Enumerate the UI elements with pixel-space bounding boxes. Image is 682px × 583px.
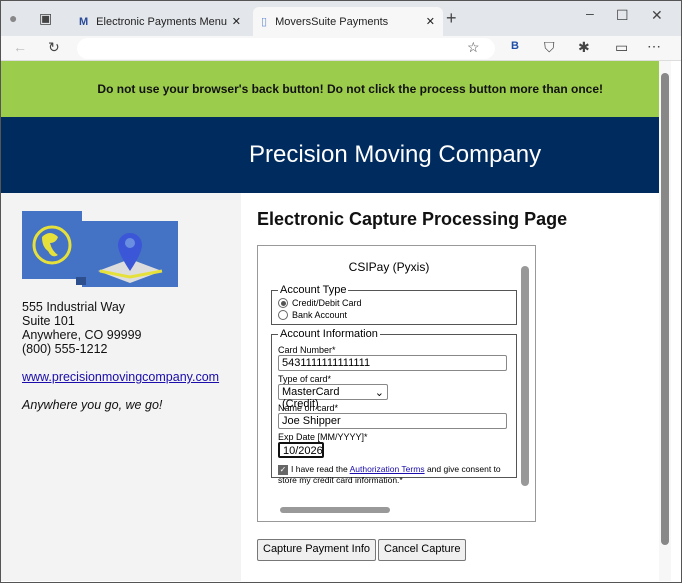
cast-icon[interactable]: ▭ xyxy=(615,39,628,56)
favorite-star-icon[interactable]: ☆ xyxy=(467,39,480,56)
capture-payment-button[interactable]: Capture Payment Info xyxy=(257,539,377,561)
new-tab-icon[interactable]: + xyxy=(446,8,457,29)
address-line: Suite 101 xyxy=(22,314,75,328)
m-favicon-icon: M xyxy=(79,15,89,28)
bing-icon[interactable]: B xyxy=(511,40,519,52)
back-icon[interactable]: ← xyxy=(13,39,27,55)
exp-date-label: Exp Date [MM/YYYY]* xyxy=(278,432,368,442)
address-line: 555 Industrial Way xyxy=(22,300,126,314)
provider-title: CSIPay (Pyxis) xyxy=(348,260,430,274)
minimize-icon[interactable]: – xyxy=(586,5,594,21)
extensions-icon[interactable]: ✱ xyxy=(578,39,590,56)
chevron-down-icon: ⌄ xyxy=(374,387,384,399)
profile-icon[interactable]: ● xyxy=(9,10,17,26)
account-info-group: Account Information Card Number* 5431111… xyxy=(271,328,517,485)
authorization-terms-link[interactable]: Authorization Terms xyxy=(350,464,425,474)
consent-checkbox[interactable]: ✓ xyxy=(278,465,288,475)
page-content: Do not use your browser's back button! D… xyxy=(1,61,659,581)
page-title: Electronic Capture Processing Page xyxy=(257,209,568,229)
tab-label: Electronic Payments Menu xyxy=(96,15,228,28)
name-label: Name on card* xyxy=(278,403,339,413)
website-link[interactable]: www.precisionmovingcompany.com xyxy=(22,370,241,384)
cancel-capture-button[interactable]: Cancel Capture xyxy=(378,539,467,561)
page-scrollbar[interactable] xyxy=(659,61,671,581)
company-logo xyxy=(22,211,178,287)
card-number-input[interactable]: 5431111111111111 xyxy=(278,355,507,371)
sidebar: 555 Industrial Way Suite 101 Anywhere, C… xyxy=(1,193,241,581)
window-close-icon[interactable]: ✕ xyxy=(651,7,663,24)
close-icon[interactable]: ✕ xyxy=(426,15,435,28)
tab-label: MoversSuite Payments xyxy=(275,15,389,28)
radio-label: Bank Account xyxy=(292,310,348,320)
iframe-vertical-scrollbar[interactable] xyxy=(521,266,529,486)
select-value: MasterCard (Credit) xyxy=(282,386,340,410)
exp-date-input[interactable]: 10/2026 xyxy=(278,442,324,458)
address-line: Anywhere, CO 99999 xyxy=(22,328,142,342)
radio-credit-card[interactable] xyxy=(278,298,288,308)
tab-moverssuite-payments[interactable]: ▯ MoversSuite Payments ✕ xyxy=(253,7,443,36)
reload-icon[interactable]: ↻ xyxy=(48,39,60,56)
card-number-label: Card Number* xyxy=(278,345,336,355)
legend: Account Type xyxy=(280,284,347,296)
more-icon[interactable]: ⋯ xyxy=(647,38,661,55)
main: Electronic Capture Processing Page CSIPa… xyxy=(257,193,568,561)
close-icon[interactable]: ✕ xyxy=(232,15,241,28)
tab-electronic-payments-menu[interactable]: M Electronic Payments Menu ✕ xyxy=(71,7,249,36)
card-type-select[interactable]: MasterCard (Credit) ⌄ xyxy=(278,384,388,410)
shield-extension-icon[interactable]: ⛉ xyxy=(544,39,555,56)
name-on-card-input[interactable]: Joe Shipper xyxy=(278,413,507,429)
iframe-horizontal-scrollbar[interactable] xyxy=(280,507,390,513)
legend: Account Information xyxy=(280,328,378,340)
phone-number: (800) 555-1212 xyxy=(22,342,108,356)
page-favicon-icon: ▯ xyxy=(261,16,268,28)
warning-banner: Do not use your browser's back button! D… xyxy=(1,61,659,117)
consent-text: I have read the xyxy=(291,464,350,474)
slogan: Anywhere you go, we go! xyxy=(22,398,163,412)
payment-iframe: CSIPay (Pyxis) Account Type Credit/Debit… xyxy=(257,245,536,522)
maximize-icon[interactable]: ☐ xyxy=(616,7,629,24)
account-type-group: Account Type Credit/Debit Card Bank Acco… xyxy=(271,284,517,325)
tab-bar: ● ▣ M Electronic Payments Menu ✕ ▯ Mover… xyxy=(1,1,681,36)
radio-bank-account[interactable] xyxy=(278,310,288,320)
company-header: Precision Moving Company xyxy=(1,117,659,193)
card-type-label: Type of card* xyxy=(278,374,332,384)
radio-label: Credit/Debit Card xyxy=(292,298,362,308)
url-input[interactable] xyxy=(77,38,495,59)
address-bar: ← ↻ ☆ B ⛉ ✱ ▭ ⋯ xyxy=(1,36,681,61)
tab-actions-icon[interactable]: ▣ xyxy=(39,10,52,27)
